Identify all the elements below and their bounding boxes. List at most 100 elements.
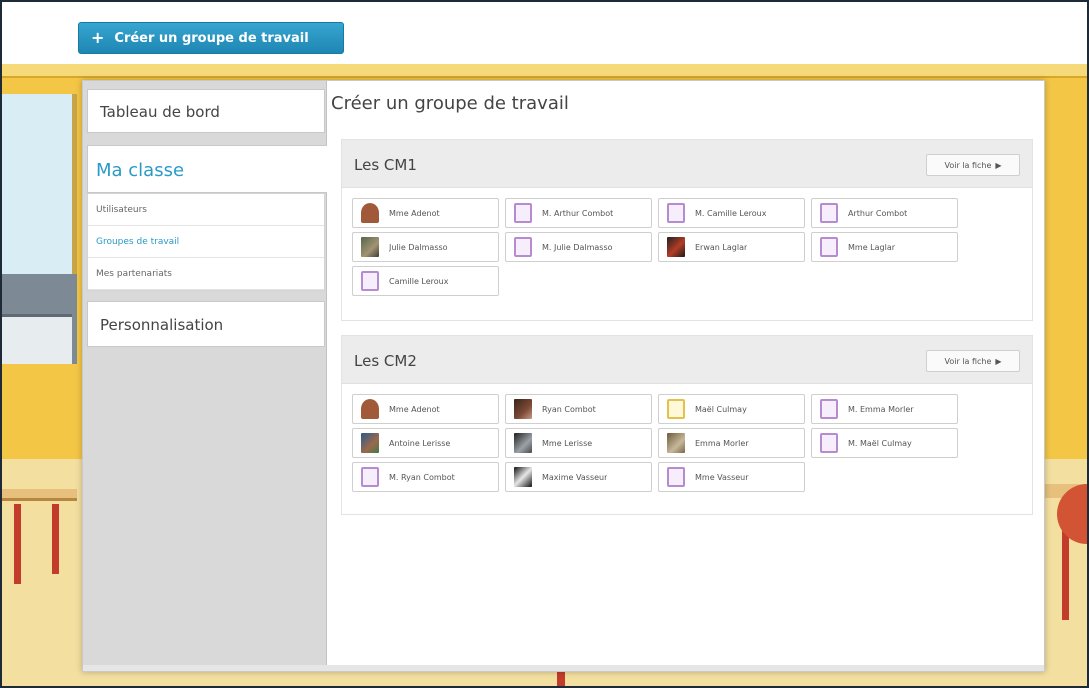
- member-chip[interactable]: Mme Vasseur: [658, 462, 805, 492]
- member-name: Antoine Lerisse: [389, 438, 451, 448]
- avatar-icon: [820, 399, 838, 419]
- member-name: Julie Dalmasso: [389, 242, 448, 252]
- avatar-icon: [361, 433, 379, 453]
- avatar-icon: [820, 203, 838, 223]
- member-name: Mme Adenot: [389, 208, 440, 218]
- sidebar: Tableau de bord Ma classe Utilisateurs G…: [83, 81, 327, 671]
- group-header: Les CM2 Voir la fiche ▶: [342, 336, 1032, 384]
- member-name: Camille Leroux: [389, 276, 449, 286]
- sidebar-subitem-label: Mes partenariats: [96, 269, 172, 279]
- avatar-icon: [667, 237, 685, 257]
- member-chip[interactable]: Erwan Laglar: [658, 232, 805, 262]
- member-name: Arthur Combot: [848, 208, 908, 218]
- sidebar-subitem-partenariats[interactable]: Mes partenariats: [88, 258, 324, 290]
- member-list: Mme Adenot M. Arthur Combot M. Camille Ler…: [352, 198, 1032, 296]
- sidebar-item-label: Tableau de bord: [100, 103, 220, 121]
- sidebar-subitem-label: Utilisateurs: [96, 205, 147, 215]
- group-name: Les CM1: [354, 156, 417, 174]
- member-name: M. Camille Leroux: [695, 208, 767, 218]
- sidebar-subitem-groupes[interactable]: Groupes de travail: [88, 226, 324, 258]
- member-name: M. Emma Morler: [848, 404, 914, 414]
- member-name: M. Ryan Combot: [389, 472, 455, 482]
- member-name: M. Maël Culmay: [848, 438, 912, 448]
- avatar-icon: [361, 271, 379, 291]
- background-table-leg: [52, 504, 59, 574]
- plus-icon: +: [91, 28, 105, 47]
- avatar-icon: [667, 399, 685, 419]
- member-chip[interactable]: Antoine Lerisse: [352, 428, 499, 458]
- view-sheet-button[interactable]: Voir la fiche ▶: [926, 154, 1020, 176]
- member-chip[interactable]: Emma Morler: [658, 428, 805, 458]
- sidebar-item-dashboard[interactable]: Tableau de bord: [87, 89, 325, 133]
- sidebar-item-label: Personnalisation: [100, 316, 224, 334]
- member-chip[interactable]: M. Ryan Combot: [352, 462, 499, 492]
- group-card: Les CM2 Voir la fiche ▶ Mme Adenot Ryan C…: [341, 335, 1033, 515]
- sidebar-submenu: Utilisateurs Groupes de travail Mes part…: [87, 193, 325, 291]
- avatar-icon: [514, 467, 532, 487]
- view-sheet-label: Voir la fiche: [944, 160, 992, 170]
- sidebar-item-label: Ma classe: [96, 160, 185, 181]
- avatar-icon: [361, 399, 379, 419]
- group-card: Les CM1 Voir la fiche ▶ Mme Adenot M. Art…: [341, 139, 1033, 321]
- member-name: Mme Vasseur: [695, 472, 749, 482]
- member-name: Maxime Vasseur: [542, 472, 608, 482]
- member-chip[interactable]: Mme Laglar: [811, 232, 958, 262]
- avatar-icon: [361, 237, 379, 257]
- sidebar-item-personnalisation[interactable]: Personnalisation: [87, 301, 325, 347]
- panel-footer: [83, 665, 1044, 671]
- member-name: Maël Culmay: [695, 404, 747, 414]
- background-table-left: [2, 489, 77, 501]
- member-name: Emma Morler: [695, 438, 749, 448]
- member-chip[interactable]: Maxime Vasseur: [505, 462, 652, 492]
- avatar-icon: [514, 433, 532, 453]
- avatar-icon: [820, 237, 838, 257]
- group-header: Les CM1 Voir la fiche ▶: [342, 140, 1032, 188]
- app-frame: + Créer un groupe de travail Tableau de …: [0, 0, 1089, 688]
- group-name: Les CM2: [354, 352, 417, 370]
- avatar-icon: [820, 433, 838, 453]
- background-table-leg: [14, 504, 21, 584]
- member-chip[interactable]: M. Emma Morler: [811, 394, 958, 424]
- member-chip[interactable]: M. Arthur Combot: [505, 198, 652, 228]
- member-chip[interactable]: Maël Culmay: [658, 394, 805, 424]
- member-chip[interactable]: Mme Lerisse: [505, 428, 652, 458]
- member-name: Erwan Laglar: [695, 242, 748, 252]
- play-arrow-icon: ▶: [995, 356, 1002, 366]
- member-chip[interactable]: Camille Leroux: [352, 266, 499, 296]
- member-chip[interactable]: Mme Adenot: [352, 394, 499, 424]
- page-title: Créer un groupe de travail: [331, 93, 569, 114]
- member-list: Mme Adenot Ryan Combot Maël Culmay M. Emma …: [352, 394, 1032, 492]
- background-house: [2, 314, 72, 364]
- sidebar-subitem-label: Groupes de travail: [96, 237, 180, 247]
- create-workgroup-button[interactable]: + Créer un groupe de travail: [78, 22, 344, 54]
- view-sheet-label: Voir la fiche: [944, 356, 992, 366]
- create-workgroup-label: Créer un groupe de travail: [114, 30, 309, 46]
- top-bar: + Créer un groupe de travail: [2, 2, 1087, 64]
- member-name: Mme Lerisse: [542, 438, 593, 448]
- sidebar-subitem-utilisateurs[interactable]: Utilisateurs: [88, 194, 324, 226]
- member-name: Mme Laglar: [848, 242, 896, 252]
- member-chip[interactable]: Ryan Combot: [505, 394, 652, 424]
- avatar-icon: [667, 433, 685, 453]
- view-sheet-button[interactable]: Voir la fiche ▶: [926, 350, 1020, 372]
- member-chip[interactable]: M. Maël Culmay: [811, 428, 958, 458]
- member-chip[interactable]: Julie Dalmasso: [352, 232, 499, 262]
- member-chip[interactable]: M. Julie Dalmasso: [505, 232, 652, 262]
- avatar-icon: [514, 237, 532, 257]
- play-arrow-icon: ▶: [995, 160, 1002, 170]
- avatar-icon: [361, 467, 379, 487]
- member-name: M. Arthur Combot: [542, 208, 614, 218]
- avatar-icon: [361, 203, 379, 223]
- sidebar-item-ma-classe[interactable]: Ma classe: [87, 145, 327, 193]
- member-name: M. Julie Dalmasso: [542, 242, 613, 252]
- avatar-icon: [667, 203, 685, 223]
- avatar-icon: [514, 399, 532, 419]
- member-chip[interactable]: M. Camille Leroux: [658, 198, 805, 228]
- main-panel: Tableau de bord Ma classe Utilisateurs G…: [82, 80, 1045, 672]
- member-name: Mme Adenot: [389, 404, 440, 414]
- avatar-icon: [514, 203, 532, 223]
- member-chip[interactable]: Mme Adenot: [352, 198, 499, 228]
- avatar-icon: [667, 467, 685, 487]
- member-chip[interactable]: Arthur Combot: [811, 198, 958, 228]
- background-ceiling-band: [2, 64, 1087, 78]
